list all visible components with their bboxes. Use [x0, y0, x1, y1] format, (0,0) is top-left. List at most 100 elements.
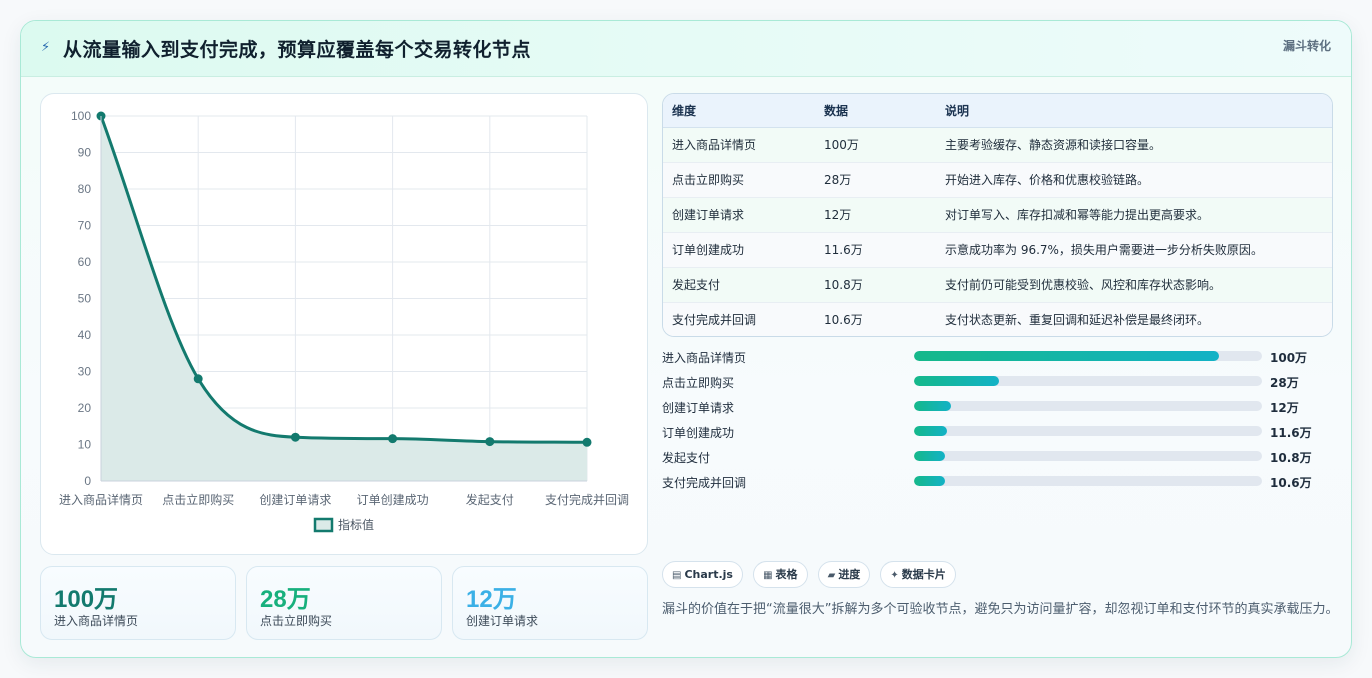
progress-fill [914, 351, 1219, 361]
chip-label: 表格 [775, 568, 798, 581]
y-tick-label: 70 [78, 219, 92, 233]
progress-label: 进入商品详情页 [662, 351, 747, 365]
column-header: 说明 [945, 94, 1332, 128]
card-header: ⚡ 从流量输入到支付完成，预算应覆盖每个交易转化节点 漏斗转化 [21, 21, 1351, 77]
y-tick-label: 80 [78, 182, 92, 196]
column-header: 维度 [663, 94, 824, 128]
x-tick-label: 点击立即购买 [162, 492, 234, 507]
progress-row: 支付完成并回调 10.6万 [662, 471, 1333, 496]
lightning-icon: ⚡ [41, 40, 51, 55]
table-cell: 点击立即购买 [663, 162, 824, 198]
progress-icon: ▰ [827, 570, 836, 581]
progress-row: 点击立即购买 28万 [662, 371, 1333, 396]
kpi-value: 12万 [466, 586, 517, 613]
table-cell: 10.8万 [824, 267, 945, 303]
progress-value: 28万 [1270, 376, 1299, 390]
progress-label: 发起支付 [662, 451, 711, 465]
progress-label: 创建订单请求 [662, 401, 735, 415]
y-tick-label: 20 [78, 401, 92, 415]
table-cell: 支付完成并回调 [663, 302, 824, 336]
header-tag: 漏斗转化 [1282, 39, 1331, 53]
table-cell: 100万 [824, 127, 945, 163]
y-tick-label: 40 [78, 328, 92, 342]
table-cell: 创建订单请求 [663, 197, 824, 233]
kpi-label: 进入商品详情页 [54, 614, 139, 628]
table-cell: 支付前仍可能受到优惠校验、风控和库存状态影响。 [945, 267, 1332, 303]
kpi-value: 28万 [260, 586, 311, 613]
table-cell: 进入商品详情页 [663, 127, 824, 163]
legend-swatch [313, 517, 334, 533]
kpi-card: 12万 创建订单请求 [452, 566, 648, 640]
table-cell: 订单创建成功 [663, 232, 824, 268]
chip-label: Chart.js [684, 568, 733, 581]
table-row: 订单创建成功 11.6万 示意成功率为 96.7%，损失用户需要进一步分析失败原… [663, 232, 1332, 268]
y-tick-label: 90 [78, 146, 92, 160]
x-tick-label: 创建订单请求 [259, 493, 331, 507]
table-header-row: 维度 数据 说明 [663, 94, 1332, 128]
table-icon: ▦ [763, 570, 773, 581]
y-tick-label: 10 [78, 438, 92, 452]
chip-progress[interactable]: ▰ 进度 [817, 561, 871, 588]
table-row: 支付完成并回调 10.6万 支付状态更新、重复回调和延迟补偿是最终闭环。 [663, 302, 1332, 336]
tech-chips: ▤ Chart.js ▦ 表格 ▰ 进度 ✦ 数据卡片 [662, 561, 961, 589]
progress-value: 11.6万 [1270, 426, 1312, 440]
table-row: 进入商品详情页 100万 主要考验缓存、静态资源和读接口容量。 [663, 127, 1332, 163]
y-tick-label: 100 [71, 109, 91, 123]
progress-value: 10.6万 [1270, 476, 1312, 490]
progress-track [914, 426, 1262, 436]
progress-fill [914, 476, 945, 486]
data-point [485, 437, 495, 447]
chip-data-card[interactable]: ✦ 数据卡片 [880, 561, 956, 588]
data-point [193, 374, 203, 384]
chip-label: 进度 [838, 568, 861, 581]
table-row: 点击立即购买 28万 开始进入库存、价格和优惠校验链路。 [663, 162, 1332, 198]
progress-list: 进入商品详情页 100万点击立即购买 28万创建订单请求 12万订单创建成功 11.6万… [662, 346, 1333, 496]
table-cell: 发起支付 [663, 267, 824, 303]
table-cell: 11.6万 [824, 232, 945, 268]
y-tick-label: 60 [78, 255, 92, 269]
progress-label: 支付完成并回调 [662, 476, 747, 490]
kpi-label: 创建订单请求 [466, 614, 539, 628]
progress-track [914, 401, 1262, 411]
progress-row: 创建订单请求 12万 [662, 396, 1333, 421]
chip-label: 数据卡片 [901, 568, 946, 581]
progress-value: 10.8万 [1270, 451, 1312, 465]
progress-track [914, 376, 1262, 386]
x-tick-label: 发起支付 [466, 492, 514, 507]
table-cell: 开始进入库存、价格和优惠校验链路。 [945, 162, 1332, 198]
table-row: 发起支付 10.8万 支付前仍可能受到优惠校验、风控和库存状态影响。 [663, 267, 1332, 303]
table-cell: 12万 [824, 197, 945, 233]
kpi-card: 100万 进入商品详情页 [40, 566, 236, 640]
progress-label: 订单创建成功 [662, 426, 735, 440]
table-row: 创建订单请求 12万 对订单写入、库存扣减和幂等能力提出更高要求。 [663, 197, 1332, 233]
progress-fill [914, 401, 951, 411]
y-tick-label: 50 [78, 292, 92, 306]
chip-chartjs[interactable]: ▤ Chart.js [662, 561, 743, 588]
y-tick-label: 30 [78, 365, 92, 379]
progress-row: 发起支付 10.8万 [662, 446, 1333, 471]
progress-track [914, 451, 1262, 461]
progress-row: 订单创建成功 11.6万 [662, 421, 1333, 446]
progress-row: 进入商品详情页 100万 [662, 346, 1333, 371]
data-point [388, 434, 398, 444]
progress-label: 点击立即购买 [662, 376, 735, 390]
x-tick-label: 进入商品详情页 [59, 492, 143, 507]
progress-fill [914, 426, 948, 436]
summary-note: 漏斗的价值在于把“流量很大”拆解为多个可验收节点，避免只为访问量扩容，却忽视订单… [662, 602, 1339, 617]
progress-value: 100万 [1270, 351, 1308, 365]
progress-track [914, 351, 1262, 361]
y-tick-label: 0 [84, 474, 91, 488]
data-point [582, 437, 592, 447]
data-table: 维度 数据 说明 进入商品详情页 100万 主要考验缓存、静态资源和读接口容量。… [663, 94, 1332, 336]
kpi-label: 点击立即购买 [260, 614, 333, 628]
chart-icon: ▤ [672, 570, 682, 581]
progress-track [914, 476, 1262, 486]
page-title: 从流量输入到支付完成，预算应覆盖每个交易转化节点 [63, 39, 532, 61]
table-cell: 10.6万 [824, 302, 945, 336]
progress-value: 12万 [1270, 401, 1299, 415]
column-header: 数据 [824, 94, 945, 128]
table-cell: 支付状态更新、重复回调和延迟补偿是最终闭环。 [945, 302, 1332, 336]
chip-table[interactable]: ▦ 表格 [753, 561, 808, 588]
legend-label: 指标值 [338, 517, 374, 532]
table-cell: 主要考验缓存、静态资源和读接口容量。 [945, 127, 1332, 163]
